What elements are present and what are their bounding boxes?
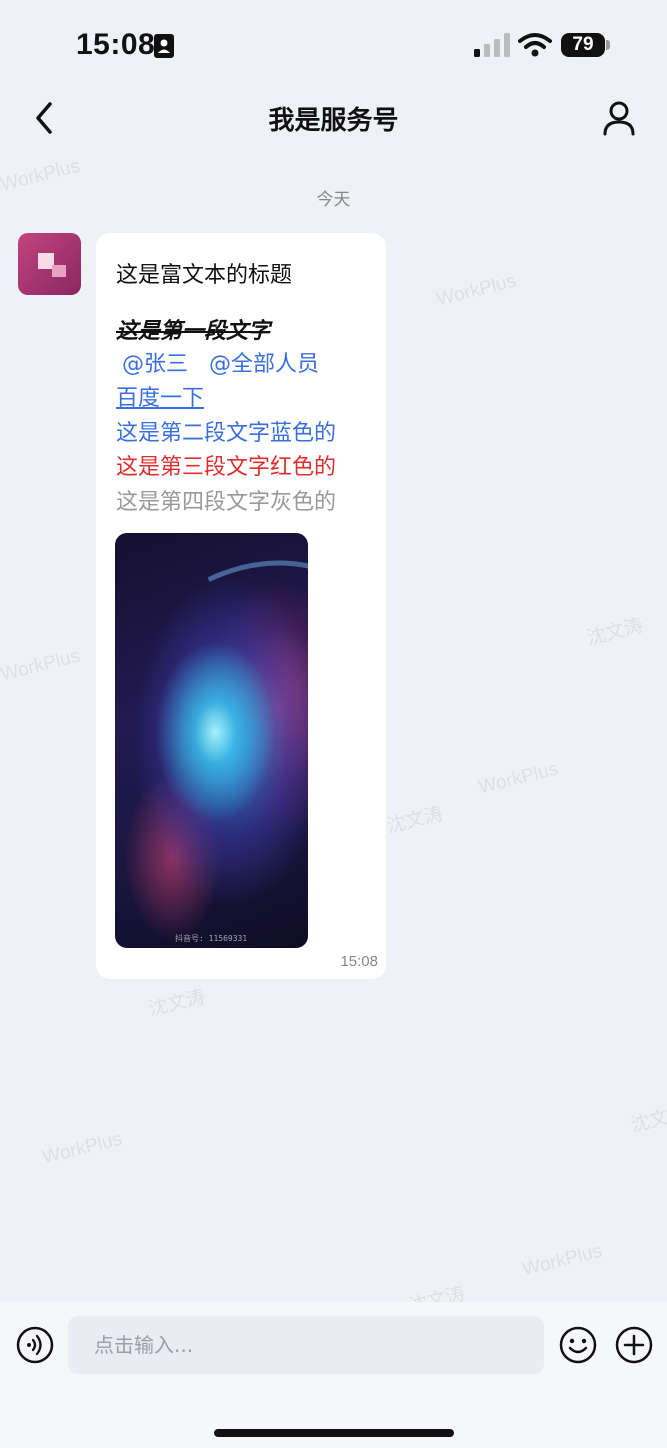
- status-time: 15:08: [76, 28, 156, 61]
- message-bubble[interactable]: 这是富文本的标题 这是第一段文字 @张三 @全部人员 百度一下 这是第二段文字蓝…: [96, 233, 386, 979]
- gray-text: 这是第四段文字灰色的: [116, 490, 337, 515]
- wifi-icon: [518, 33, 552, 57]
- signal-icon: [474, 33, 510, 57]
- message-image[interactable]: 抖音号: 11569331: [115, 533, 308, 948]
- watermark-brand: WorkPlus: [40, 1128, 125, 1169]
- battery-cap: [606, 40, 610, 50]
- voice-icon[interactable]: [16, 1326, 54, 1364]
- watermark-user: 沈文涛: [628, 1102, 667, 1137]
- date-separator: 今天: [316, 190, 351, 210]
- battery-indicator: 79: [561, 33, 605, 57]
- watermark-user: 沈文涛: [584, 615, 646, 650]
- home-indicator[interactable]: [214, 1429, 454, 1437]
- message-title: 这是富文本的标题: [116, 263, 293, 288]
- red-text: 这是第三段文字红色的: [116, 455, 337, 480]
- page-title: 我是服务号: [268, 106, 399, 136]
- id-badge-icon: [154, 34, 174, 58]
- message-input[interactable]: [68, 1316, 544, 1374]
- mention-zhangsan[interactable]: @张三: [122, 352, 188, 377]
- status-bar: 15:08 79: [0, 0, 667, 90]
- person-icon[interactable]: [598, 98, 640, 140]
- baidu-link[interactable]: 百度一下: [116, 380, 204, 412]
- mentions-row: @张三 @全部人员: [116, 346, 319, 378]
- mention-all[interactable]: @全部人员: [209, 352, 319, 377]
- emoji-icon[interactable]: [559, 1326, 597, 1364]
- image-watermark-caption: 抖音号: 11569331: [175, 934, 248, 943]
- watermark-user: 沈文涛: [384, 803, 446, 838]
- plus-icon[interactable]: [615, 1326, 653, 1364]
- blue-text: 这是第二段文字蓝色的: [116, 421, 337, 446]
- watermark-brand: WorkPlus: [476, 758, 561, 799]
- watermark-user: 沈文涛: [146, 986, 208, 1021]
- watermark-brand: WorkPlus: [0, 645, 83, 686]
- watermark-brand: WorkPlus: [434, 270, 519, 311]
- watermark-brand: WorkPlus: [520, 1240, 605, 1281]
- avatar[interactable]: [18, 233, 81, 295]
- message-time: 15:08: [340, 953, 378, 970]
- strikethrough-text: 这是第一段文字: [116, 319, 271, 344]
- avatar-logo-square: [52, 265, 66, 277]
